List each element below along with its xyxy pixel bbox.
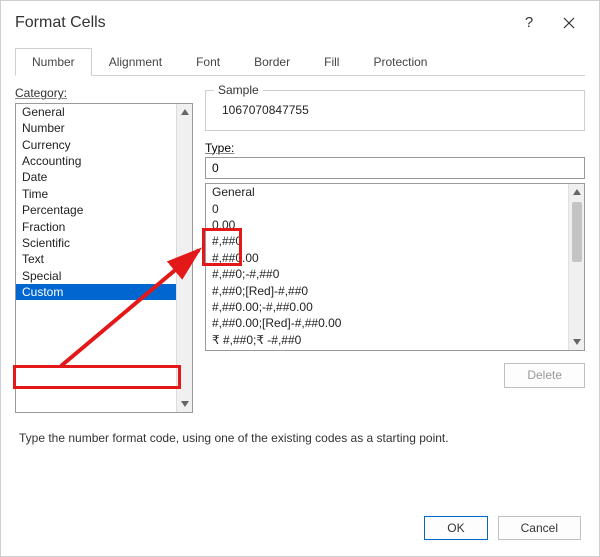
format-item[interactable]: #,##0.00;-#,##0.00 xyxy=(206,299,568,315)
category-item[interactable]: Text xyxy=(16,251,176,267)
dialog-title: Format Cells xyxy=(15,13,509,32)
sample-value: 1067070847755 xyxy=(216,99,574,119)
close-button[interactable] xyxy=(549,9,589,37)
category-scrollbar[interactable] xyxy=(176,104,192,412)
category-item[interactable]: General xyxy=(16,104,176,120)
dialog-footer: OK Cancel xyxy=(1,498,599,556)
format-cells-dialog: Format Cells ? NumberAlignmentFontBorder… xyxy=(0,0,600,557)
category-item[interactable]: Special xyxy=(16,268,176,284)
category-item[interactable]: Scientific xyxy=(16,235,176,251)
chevron-up-icon xyxy=(573,189,581,195)
ok-button[interactable]: OK xyxy=(424,516,487,540)
category-item[interactable]: Fraction xyxy=(16,219,176,235)
format-item[interactable]: ₹ #,##0;₹ -#,##0 xyxy=(206,332,568,348)
tab-border[interactable]: Border xyxy=(237,48,307,76)
format-item[interactable]: General xyxy=(206,184,568,200)
scroll-up-button[interactable] xyxy=(569,184,584,200)
chevron-down-icon xyxy=(573,339,581,345)
category-item[interactable]: Time xyxy=(16,186,176,202)
help-icon: ? xyxy=(525,14,533,32)
tab-number[interactable]: Number xyxy=(15,48,92,76)
cancel-button[interactable]: Cancel xyxy=(498,516,581,540)
format-item[interactable]: 0.00 xyxy=(206,217,568,233)
category-listbox[interactable]: GeneralNumberCurrencyAccountingDateTimeP… xyxy=(15,103,193,413)
tab-fill[interactable]: Fill xyxy=(307,48,356,76)
format-item[interactable]: ₹ #,##0;[Red]₹ -#,##0 xyxy=(206,348,568,350)
format-item[interactable]: #,##0;-#,##0 xyxy=(206,266,568,282)
category-label: Category: xyxy=(15,86,193,102)
category-item[interactable]: Currency xyxy=(16,137,176,153)
format-item[interactable]: #,##0.00;[Red]-#,##0.00 xyxy=(206,315,568,331)
sample-group: Sample 1067070847755 xyxy=(205,90,585,130)
tab-bar: NumberAlignmentFontBorderFillProtection xyxy=(15,47,585,76)
category-item[interactable]: Date xyxy=(16,169,176,185)
tab-alignment[interactable]: Alignment xyxy=(92,48,179,76)
chevron-up-icon xyxy=(181,109,189,115)
title-bar: Format Cells ? xyxy=(1,1,599,41)
format-item[interactable]: #,##0;[Red]-#,##0 xyxy=(206,283,568,299)
tab-font[interactable]: Font xyxy=(179,48,237,76)
scrollbar-thumb[interactable] xyxy=(572,202,582,262)
format-scrollbar[interactable] xyxy=(568,184,584,350)
format-item[interactable]: 0 xyxy=(206,201,568,217)
format-item[interactable]: #,##0 xyxy=(206,233,568,249)
close-icon xyxy=(563,17,575,29)
format-item[interactable]: #,##0.00 xyxy=(206,250,568,266)
dialog-body: Category: GeneralNumberCurrencyAccountin… xyxy=(1,76,599,497)
category-item[interactable]: Accounting xyxy=(16,153,176,169)
format-list[interactable]: General00.00#,##0#,##0.00#,##0;-#,##0#,#… xyxy=(205,183,585,351)
type-input[interactable] xyxy=(205,157,585,179)
category-item[interactable]: Percentage xyxy=(16,202,176,218)
help-button[interactable]: ? xyxy=(509,9,549,37)
scroll-up-button[interactable] xyxy=(177,104,192,120)
category-item[interactable]: Custom xyxy=(16,284,176,300)
chevron-down-icon xyxy=(181,401,189,407)
scroll-down-button[interactable] xyxy=(569,334,584,350)
delete-button[interactable]: Delete xyxy=(504,363,585,387)
sample-label: Sample xyxy=(214,83,263,97)
scroll-down-button[interactable] xyxy=(177,396,192,412)
category-item[interactable]: Number xyxy=(16,120,176,136)
tab-protection[interactable]: Protection xyxy=(356,48,444,76)
type-label: Type: xyxy=(205,141,585,155)
hint-text: Type the number format code, using one o… xyxy=(15,413,585,449)
